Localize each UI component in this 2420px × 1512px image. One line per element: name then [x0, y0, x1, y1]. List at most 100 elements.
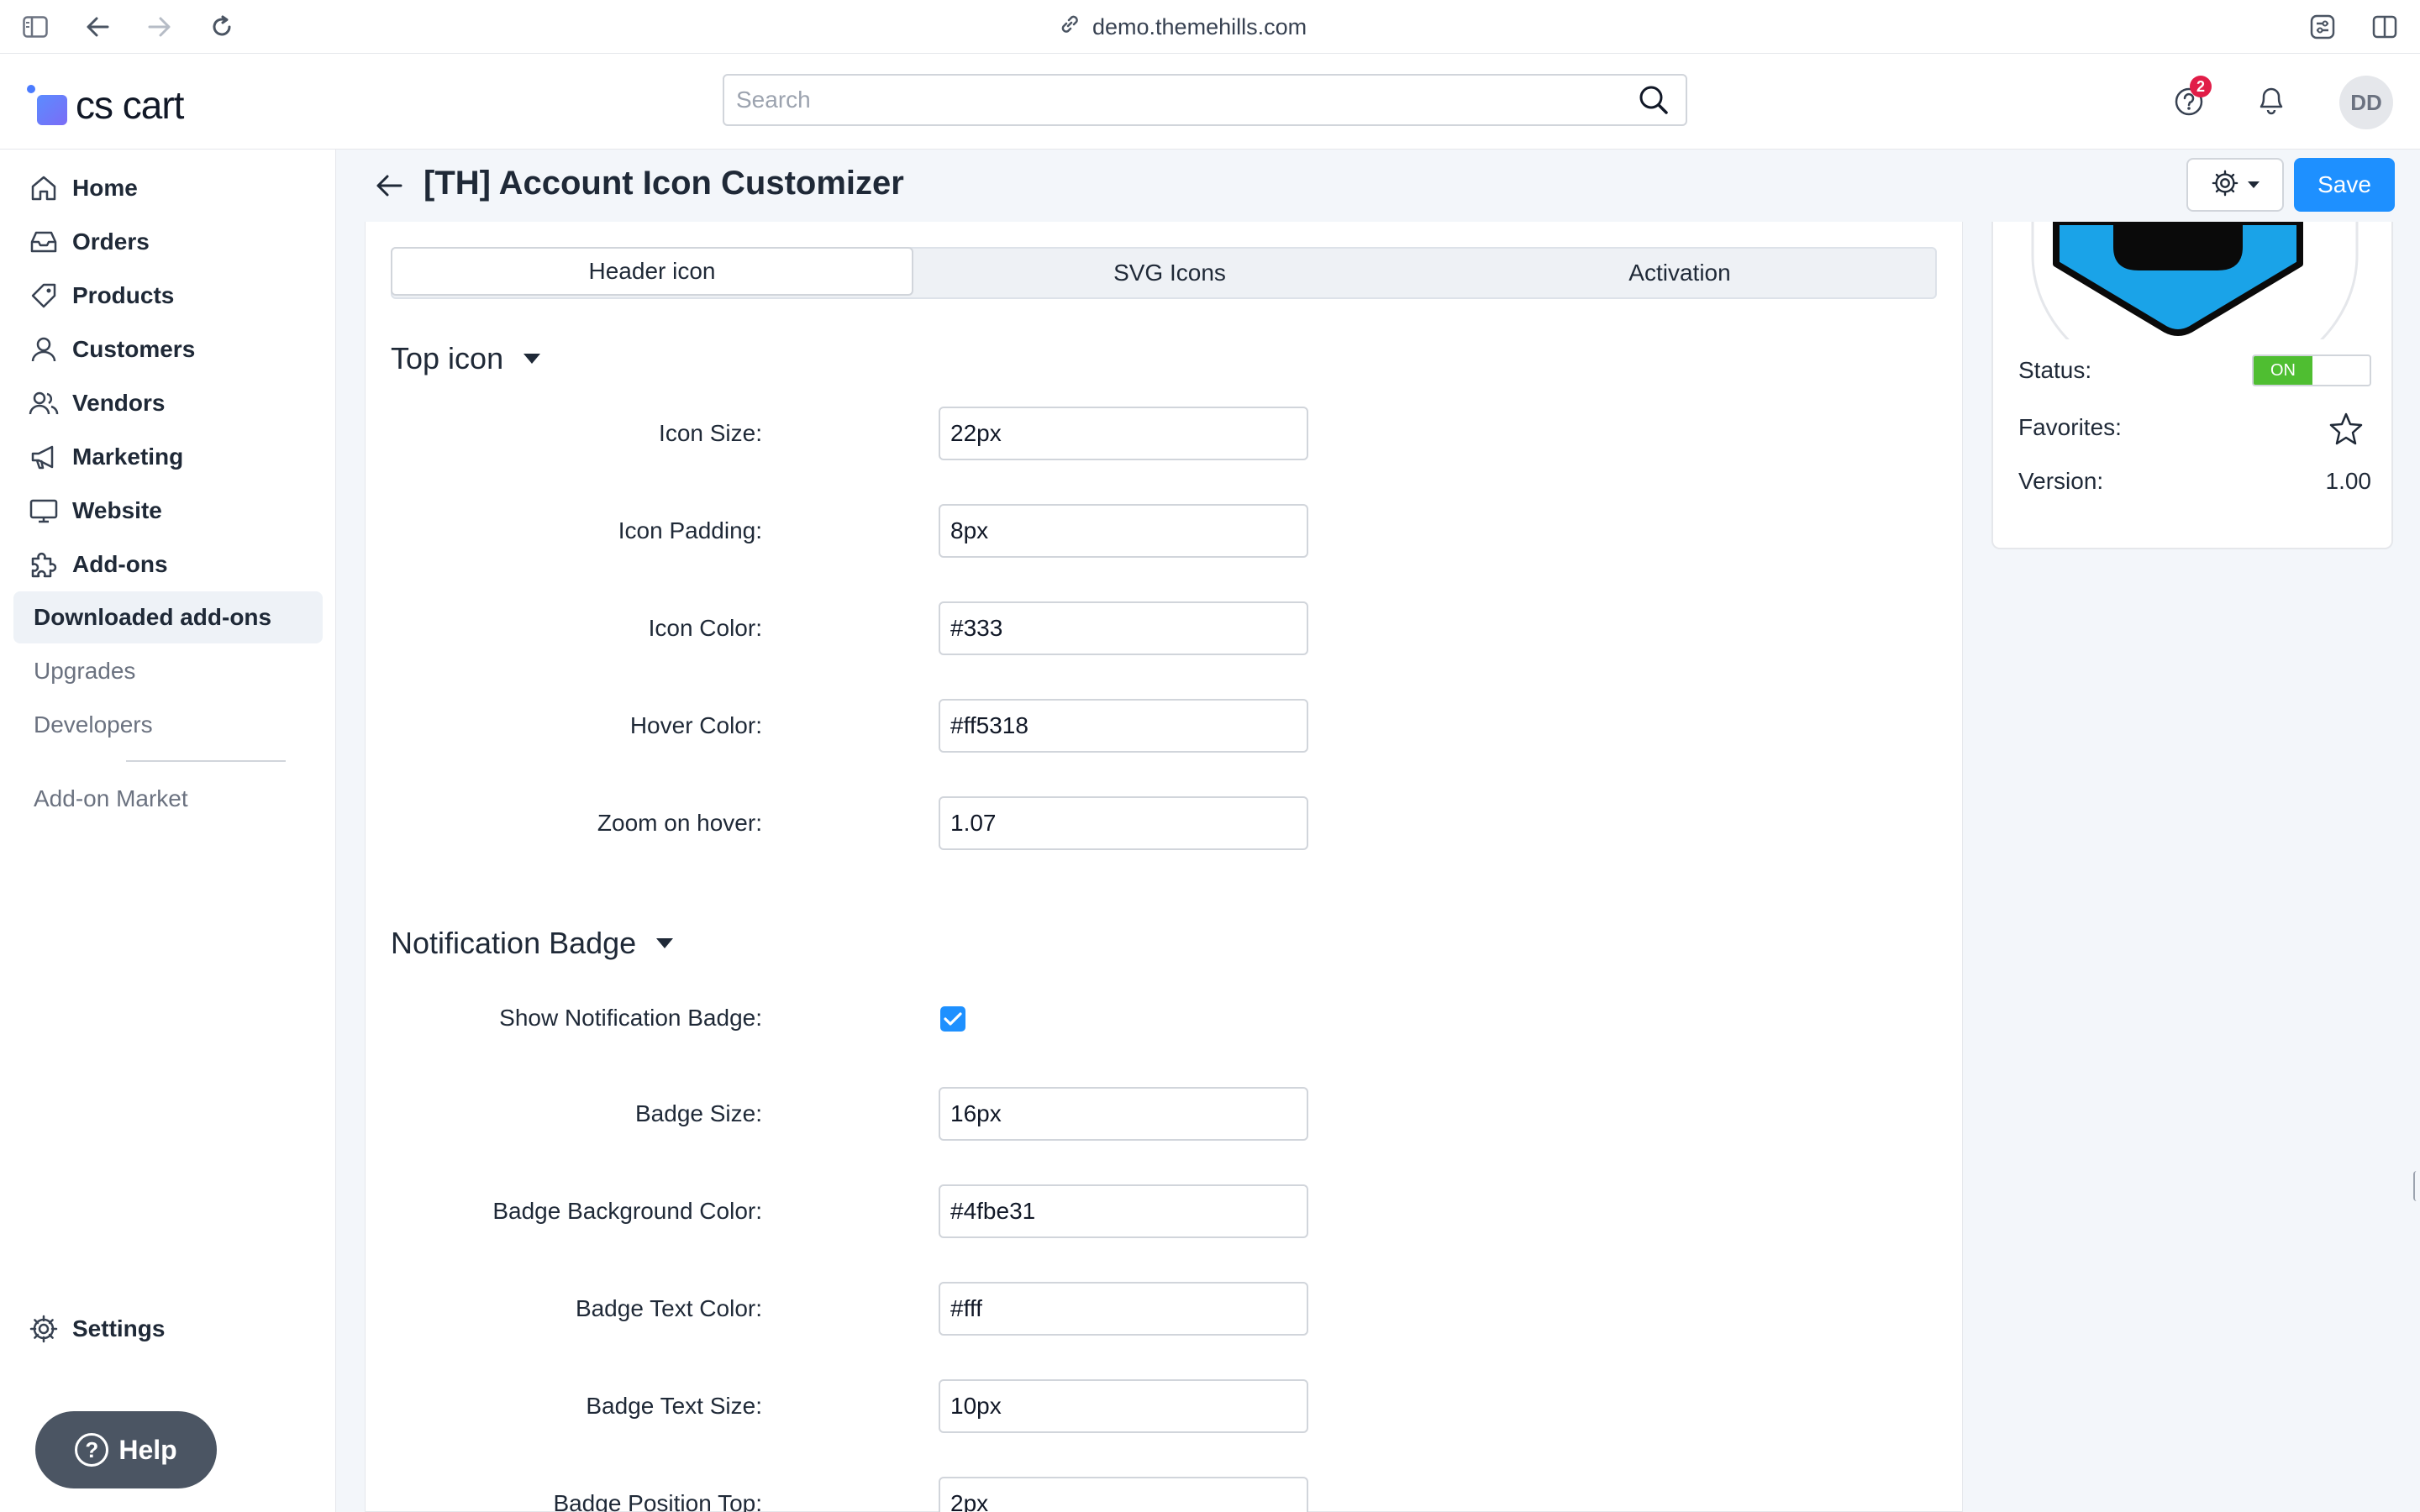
question-icon: ?: [75, 1433, 109, 1467]
user-avatar[interactable]: DD: [2339, 76, 2393, 129]
field-label: Badge Text Size:: [586, 1393, 762, 1419]
search-icon[interactable]: [1628, 75, 1679, 125]
section-title: Notification Badge: [391, 926, 637, 960]
help-circle-icon[interactable]: 2: [2168, 76, 2212, 121]
sidebar-item-label: Customers: [72, 336, 196, 362]
reload-icon[interactable]: [208, 13, 235, 40]
search-input[interactable]: [724, 76, 1628, 124]
monitor-icon: [27, 494, 60, 528]
home-icon: [27, 171, 60, 205]
version-label: Version:: [2018, 468, 2104, 494]
extensions-icon[interactable]: [2309, 13, 2336, 40]
field-label: Hover Color:: [629, 712, 762, 738]
badge-position-top-input[interactable]: [939, 1477, 1308, 1512]
field-label: Icon Padding:: [618, 517, 762, 543]
help-button[interactable]: ? Help: [35, 1411, 217, 1488]
megaphone-icon: [27, 440, 60, 474]
forward-nav-icon[interactable]: [146, 13, 173, 40]
sidebar-item-label: Home: [72, 175, 138, 201]
address-bar[interactable]: demo.themehills.com: [1059, 12, 1307, 42]
status-on-value: ON: [2254, 356, 2312, 385]
tag-icon: [27, 279, 60, 312]
bell-icon[interactable]: [2250, 79, 2292, 121]
form-row-badge-text-color: Badge Text Color:: [391, 1282, 1735, 1336]
form-row-show-badge: Show Notification Badge:: [391, 991, 1735, 1045]
caret-down-icon: [656, 938, 674, 948]
form-row-hover-color: Hover Color:: [391, 699, 1735, 753]
badge-text-color-input[interactable]: [939, 1282, 1308, 1336]
page-title: [TH] Account Icon Customizer: [424, 165, 904, 202]
sidebar-subitem-developers[interactable]: Developers: [13, 699, 323, 751]
section-title: Top icon: [391, 341, 504, 375]
field-label: Show Notification Badge:: [499, 1005, 762, 1031]
cs-cart-logo[interactable]: cs cart: [27, 82, 184, 128]
show-badge-checkbox[interactable]: [940, 1006, 965, 1032]
sidebar: Home Orders Products Customers Vendors M…: [0, 150, 336, 1512]
icon-size-input[interactable]: [939, 407, 1308, 460]
favorites-row: Favorites:: [2018, 407, 2371, 449]
sidebar-item-home[interactable]: Home: [13, 163, 323, 213]
tab-activation[interactable]: Activation: [1428, 249, 1932, 297]
gear-icon: [2211, 169, 2239, 202]
sidebar-subitem-upgrades[interactable]: Upgrades: [13, 645, 323, 697]
addon-logo-image: [2031, 222, 2359, 339]
field-label: Badge Size:: [635, 1100, 762, 1126]
sidebar-item-label: Add-ons: [72, 551, 168, 577]
status-row: Status: ON: [2018, 349, 2371, 391]
tab-svg-icons[interactable]: SVG Icons: [912, 249, 1428, 297]
back-arrow-icon[interactable]: [370, 166, 408, 205]
form-row-badge-position-top: Badge Position Top:: [391, 1477, 1735, 1512]
sidebar-subitem-addon-market[interactable]: Add-on Market: [13, 773, 323, 825]
version-value: 1.00: [2325, 468, 2372, 494]
sidebar-toggle-icon[interactable]: [22, 13, 49, 40]
field-label: Icon Color:: [648, 615, 762, 641]
tab-bar: Header icon SVG Icons Activation: [391, 247, 1937, 299]
field-label: Zoom on hover:: [597, 810, 762, 836]
badge-background-color-input[interactable]: [939, 1184, 1308, 1238]
hover-color-input[interactable]: [939, 699, 1308, 753]
form-row-icon-size: Icon Size:: [391, 407, 1735, 460]
puzzle-icon: [27, 548, 60, 581]
notification-badge-section-toggle[interactable]: Notification Badge: [391, 926, 674, 961]
help-label: Help: [118, 1434, 177, 1465]
user-icon: [27, 333, 60, 366]
top-icon-section-toggle[interactable]: Top icon: [391, 341, 541, 376]
sidebar-item-customers[interactable]: Customers: [13, 324, 323, 375]
sidebar-item-orders[interactable]: Orders: [13, 217, 323, 267]
chevron-down-icon: [2248, 181, 2260, 188]
sidebar-item-vendors[interactable]: Vendors: [13, 378, 323, 428]
settings-dropdown-button[interactable]: [2186, 158, 2284, 212]
app-header: cs cart 2 DD: [0, 54, 2420, 150]
sidebar-item-label: Settings: [72, 1315, 166, 1341]
status-toggle[interactable]: ON: [2252, 354, 2371, 386]
users-icon: [27, 386, 60, 420]
sidebar-item-label: Marketing: [72, 444, 184, 470]
save-button[interactable]: Save: [2294, 158, 2395, 212]
field-label: Icon Size:: [659, 420, 762, 446]
split-view-icon[interactable]: [2371, 13, 2398, 40]
sidebar-item-addons[interactable]: Add-ons: [13, 539, 323, 590]
badge-size-input[interactable]: [939, 1087, 1308, 1141]
page-titlebar: [TH] Account Icon Customizer Save: [336, 150, 2420, 222]
sidebar-item-label: Vendors: [72, 390, 166, 416]
icon-padding-input[interactable]: [939, 504, 1308, 558]
sidebar-item-products[interactable]: Products: [13, 270, 323, 321]
sidebar-subitem-downloaded-addons[interactable]: Downloaded add-ons: [13, 591, 323, 643]
browser-toolbar: demo.themehills.com: [0, 0, 2420, 54]
sidebar-item-settings[interactable]: Settings: [13, 1304, 323, 1354]
logo-mark: [27, 85, 67, 125]
zoom-on-hover-input[interactable]: [939, 796, 1308, 850]
star-icon[interactable]: [2329, 412, 2363, 451]
favorites-label: Favorites:: [2018, 414, 2122, 440]
sidebar-item-label: Products: [72, 282, 175, 308]
sidebar-item-website[interactable]: Website: [13, 486, 323, 536]
badge-text-size-input[interactable]: [939, 1379, 1308, 1433]
back-nav-icon[interactable]: [84, 13, 111, 40]
resize-handle[interactable]: [2413, 1171, 2420, 1201]
sidebar-item-marketing[interactable]: Marketing: [13, 432, 323, 482]
tab-header-icon[interactable]: Header icon: [391, 247, 913, 296]
form-row-badge-background-color: Badge Background Color:: [391, 1184, 1735, 1238]
addon-info-panel: Status: ON Favorites: Version: 1.00: [1991, 222, 2393, 549]
logo-text: cs cart: [76, 83, 184, 127]
icon-color-input[interactable]: [939, 601, 1308, 655]
